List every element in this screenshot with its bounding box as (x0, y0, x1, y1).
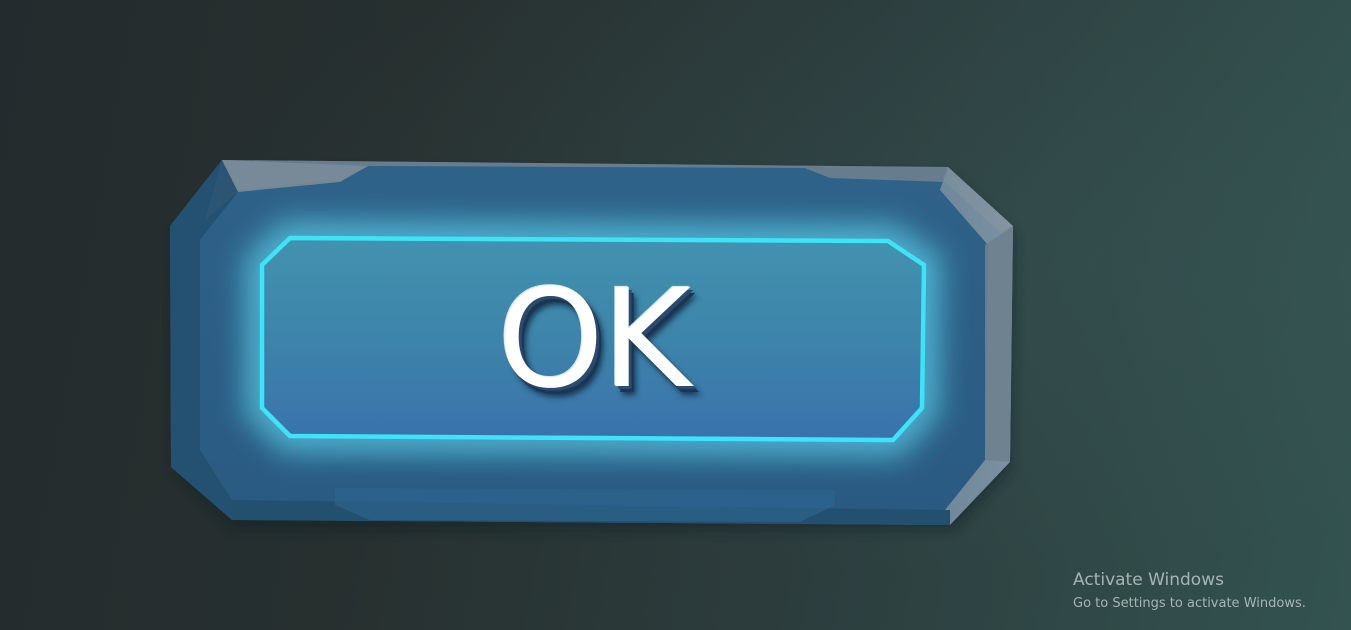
watermark-title: Activate Windows (1073, 570, 1224, 590)
watermark-subtitle: Go to Settings to activate Windows. (1073, 596, 1306, 611)
windows-activation-watermark: Activate Windows Go to Settings to activ… (1073, 570, 1306, 613)
ok-button-label: OK (496, 261, 691, 419)
ok-button[interactable]: OK (0, 0, 1351, 630)
